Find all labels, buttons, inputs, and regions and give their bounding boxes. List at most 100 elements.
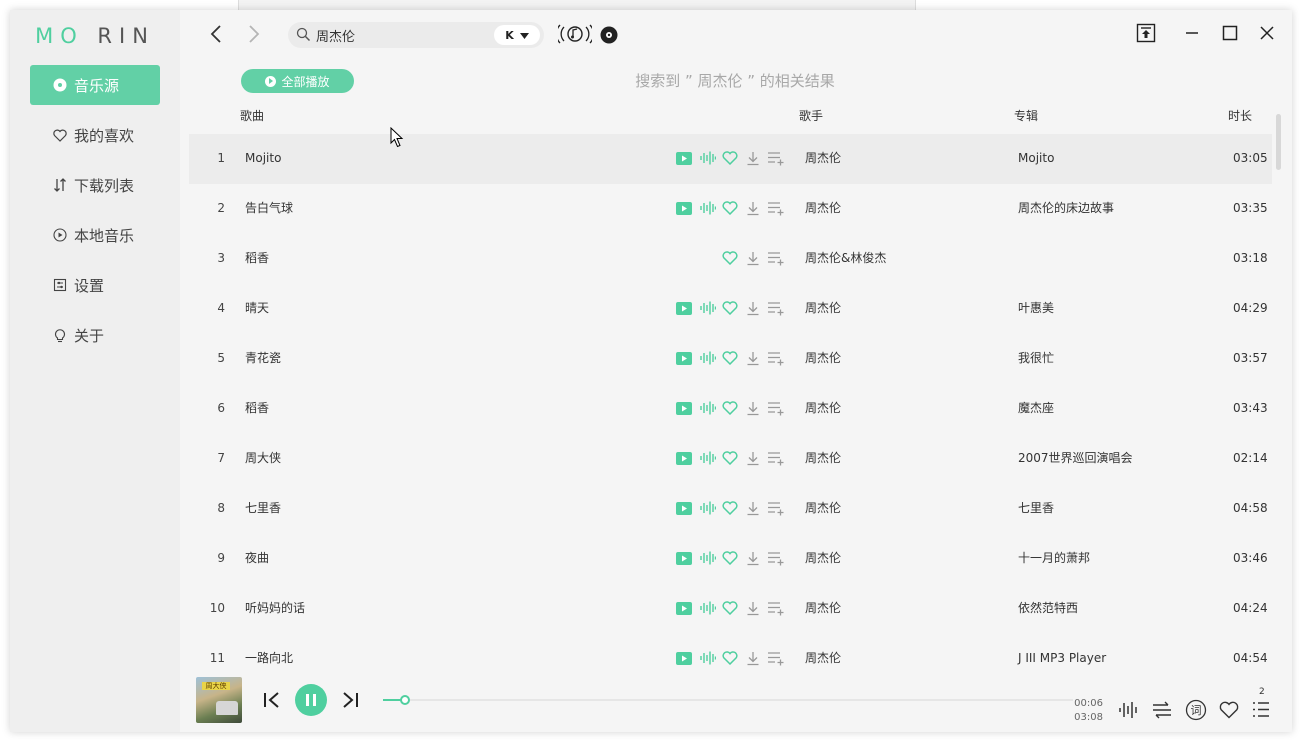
download-icon[interactable]	[744, 499, 762, 517]
song-album[interactable]: 2007世界巡回演唱会	[1018, 450, 1133, 466]
music-source-select[interactable]: K	[494, 25, 540, 45]
mv-play-icon[interactable]	[675, 199, 693, 217]
download-icon[interactable]	[744, 299, 762, 317]
next-track-icon[interactable]	[340, 691, 360, 713]
add-to-playlist-icon[interactable]	[767, 249, 785, 267]
song-album[interactable]: 叶惠美	[1018, 300, 1054, 316]
mv-play-icon[interactable]	[675, 349, 693, 367]
add-to-playlist-icon[interactable]	[767, 199, 785, 217]
sidebar-item-downloads[interactable]: 下载列表	[30, 165, 160, 205]
close-icon[interactable]	[1256, 22, 1278, 44]
add-to-playlist-icon[interactable]	[767, 399, 785, 417]
table-row[interactable]: 6 稻香 周杰伦 魔杰座 03:43	[189, 384, 1272, 434]
mv-play-icon[interactable]	[675, 549, 693, 567]
like-heart-icon[interactable]	[721, 449, 739, 467]
scrollbar-thumb[interactable]	[1276, 114, 1281, 170]
like-heart-icon[interactable]	[721, 149, 739, 167]
sidebar-item-settings[interactable]: 设置	[30, 265, 160, 305]
table-row[interactable]: 10 听妈妈的话 周杰伦 依然范特西 04:24	[189, 584, 1272, 634]
song-artist[interactable]: 周杰伦	[805, 550, 841, 566]
audio-wave-icon[interactable]	[699, 599, 717, 617]
download-icon[interactable]	[744, 149, 762, 167]
album-cover[interactable]: 周大侠	[196, 677, 242, 723]
forward-arrow-icon[interactable]	[242, 23, 264, 45]
song-artist[interactable]: 周杰伦	[805, 200, 841, 216]
pause-button[interactable]	[295, 684, 327, 716]
song-title[interactable]: 稻香	[245, 250, 269, 266]
maximize-icon[interactable]	[1219, 22, 1241, 44]
song-title[interactable]: 稻香	[245, 400, 269, 416]
song-album[interactable]: 魔杰座	[1018, 400, 1054, 416]
song-artist[interactable]: 周杰伦&林俊杰	[805, 250, 886, 266]
sidebar-item-favorites[interactable]: 我的喜欢	[30, 115, 160, 155]
audio-wave-icon[interactable]	[699, 649, 717, 667]
table-row[interactable]: 3 稻香 周杰伦&林俊杰 03:18	[189, 234, 1272, 284]
song-title[interactable]: 听妈妈的话	[245, 600, 305, 616]
progress-knob[interactable]	[400, 695, 411, 705]
download-icon[interactable]	[744, 599, 762, 617]
vinyl-disc-icon[interactable]	[600, 26, 618, 48]
download-icon[interactable]	[744, 249, 762, 267]
song-title[interactable]: 七里香	[245, 500, 281, 516]
mv-play-icon[interactable]	[675, 499, 693, 517]
table-row[interactable]: 7 周大侠 周杰伦 2007世界巡回演唱会 02:14	[189, 434, 1272, 484]
previous-track-icon[interactable]	[262, 691, 282, 713]
add-to-playlist-icon[interactable]	[767, 499, 785, 517]
minimize-icon[interactable]	[1181, 22, 1203, 44]
add-to-playlist-icon[interactable]	[767, 349, 785, 367]
audio-wave-icon[interactable]	[699, 199, 717, 217]
add-to-playlist-icon[interactable]	[767, 649, 785, 667]
song-artist[interactable]: 周杰伦	[805, 400, 841, 416]
download-icon[interactable]	[744, 649, 762, 667]
table-row[interactable]: 2 告白气球 周杰伦 周杰伦的床边故事 03:35	[189, 184, 1272, 234]
song-title[interactable]: Mojito	[245, 150, 281, 166]
song-artist[interactable]: 周杰伦	[805, 500, 841, 516]
song-album[interactable]: 我很忙	[1018, 350, 1054, 366]
audio-wave-icon[interactable]	[699, 549, 717, 567]
table-row[interactable]: 1 Mojito 周杰伦 Mojito 03:05	[189, 134, 1272, 184]
favorite-heart-icon[interactable]	[1219, 701, 1239, 723]
sound-effect-icon[interactable]	[1118, 700, 1138, 724]
song-title[interactable]: 青花瓷	[245, 350, 281, 366]
audio-wave-icon[interactable]	[699, 349, 717, 367]
song-artist[interactable]: 周杰伦	[805, 450, 841, 466]
back-arrow-icon[interactable]	[206, 23, 228, 45]
like-heart-icon[interactable]	[721, 599, 739, 617]
download-icon[interactable]	[744, 549, 762, 567]
song-title[interactable]: 一路向北	[245, 650, 293, 666]
audio-wave-icon[interactable]	[699, 299, 717, 317]
mv-play-icon[interactable]	[675, 649, 693, 667]
audio-wave-icon[interactable]	[699, 499, 717, 517]
progress-bar[interactable]	[383, 695, 1073, 705]
audio-wave-icon[interactable]	[699, 149, 717, 167]
like-heart-icon[interactable]	[721, 549, 739, 567]
song-album[interactable]: J III MP3 Player	[1018, 650, 1106, 666]
song-title[interactable]: 告白气球	[245, 200, 293, 216]
sidebar-item-about[interactable]: 关于	[30, 315, 160, 355]
mv-play-icon[interactable]	[675, 149, 693, 167]
song-artist[interactable]: 周杰伦	[805, 150, 841, 166]
download-icon[interactable]	[744, 449, 762, 467]
like-heart-icon[interactable]	[721, 299, 739, 317]
add-to-playlist-icon[interactable]	[767, 599, 785, 617]
song-album[interactable]: Mojito	[1018, 150, 1054, 166]
song-artist[interactable]: 周杰伦	[805, 650, 841, 666]
table-row[interactable]: 9 夜曲 周杰伦 十一月的萧邦 03:46	[189, 534, 1272, 584]
mv-play-icon[interactable]	[675, 449, 693, 467]
like-heart-icon[interactable]	[721, 649, 739, 667]
pin-top-icon[interactable]	[1135, 22, 1157, 44]
song-artist[interactable]: 周杰伦	[805, 600, 841, 616]
song-album[interactable]: 七里香	[1018, 500, 1054, 516]
playlist-icon[interactable]	[1252, 701, 1270, 722]
download-icon[interactable]	[744, 399, 762, 417]
song-album[interactable]: 周杰伦的床边故事	[1018, 200, 1114, 216]
mv-play-icon[interactable]	[675, 299, 693, 317]
sidebar-item-local-music[interactable]: 本地音乐	[30, 215, 160, 255]
table-row[interactable]: 4 晴天 周杰伦 叶惠美 04:29	[189, 284, 1272, 334]
song-album[interactable]: 依然范特西	[1018, 600, 1078, 616]
like-heart-icon[interactable]	[721, 349, 739, 367]
add-to-playlist-icon[interactable]	[767, 149, 785, 167]
download-icon[interactable]	[744, 199, 762, 217]
song-artist[interactable]: 周杰伦	[805, 350, 841, 366]
audio-wave-icon[interactable]	[699, 449, 717, 467]
